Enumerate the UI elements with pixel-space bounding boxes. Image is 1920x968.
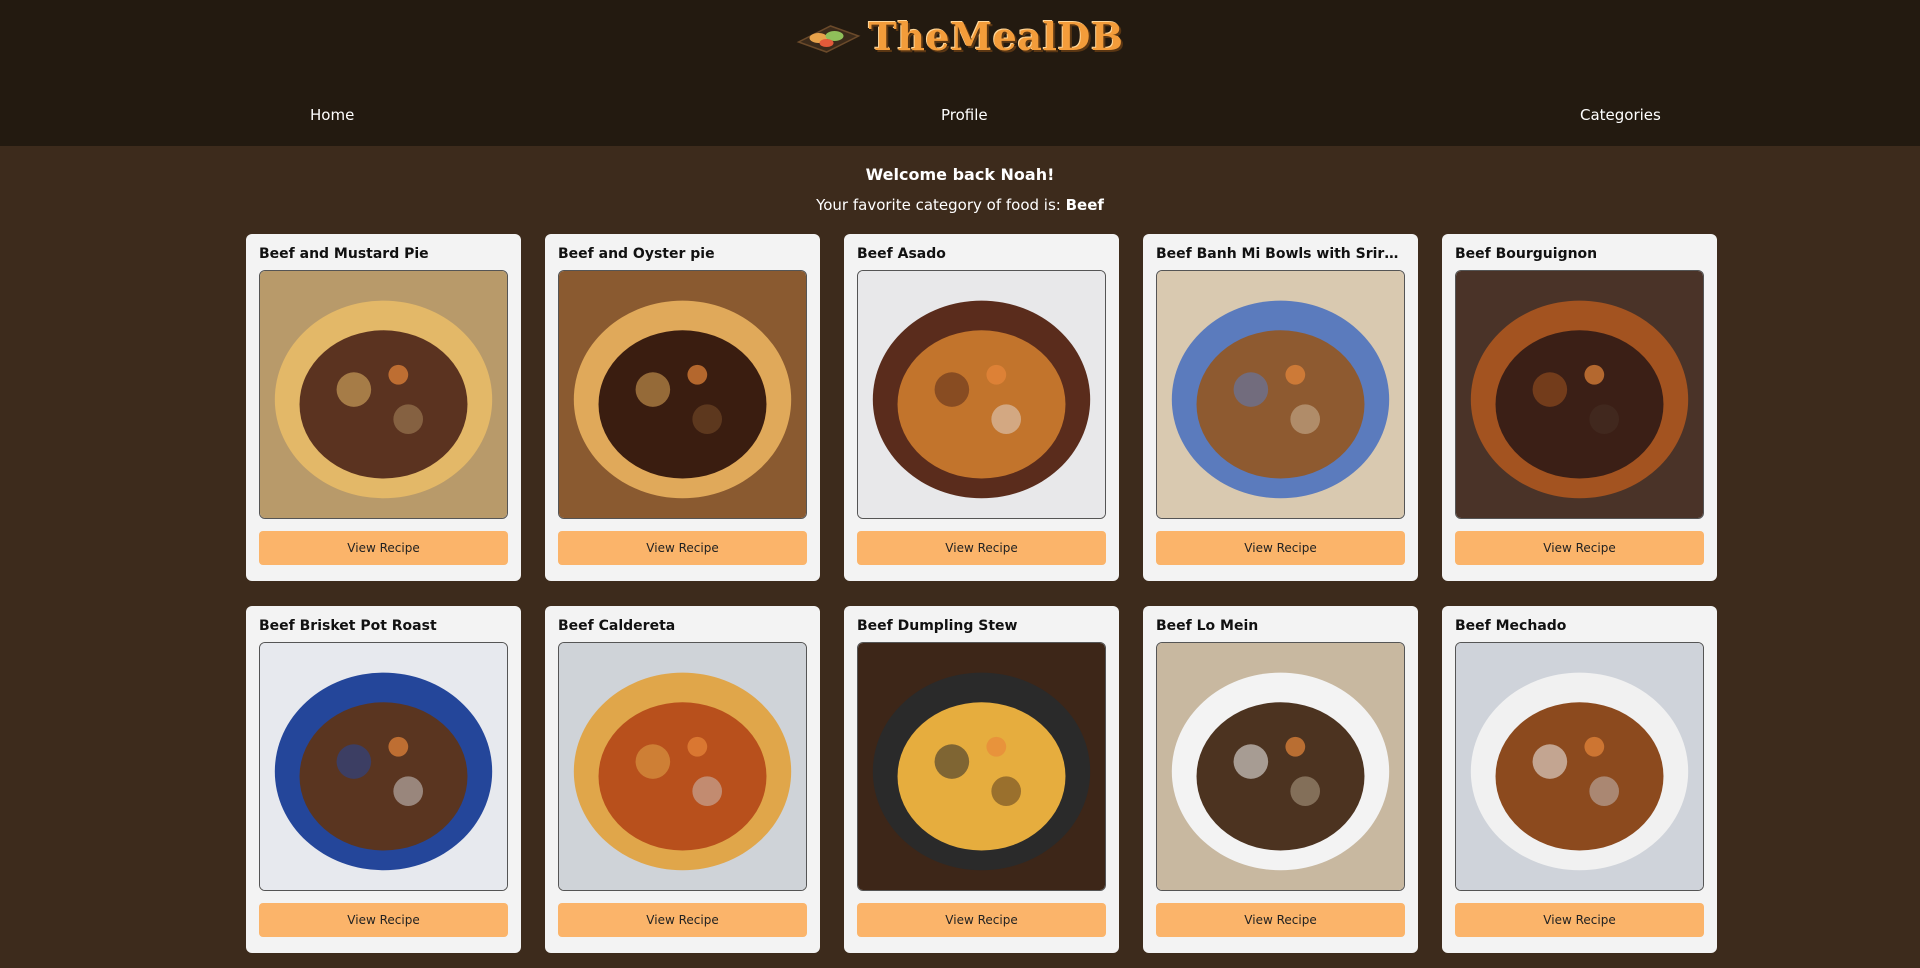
header: TheMealDB Home Profile Categories xyxy=(0,0,1920,146)
meal-title: Beef Banh Mi Bowls with Sriracha Mayo xyxy=(1156,246,1405,262)
view-recipe-button[interactable]: View Recipe xyxy=(857,903,1106,937)
meal-image xyxy=(1156,642,1405,891)
view-recipe-button[interactable]: View Recipe xyxy=(857,531,1106,565)
view-recipe-button[interactable]: View Recipe xyxy=(1156,903,1405,937)
nav-categories-link[interactable]: Categories xyxy=(1580,106,1661,124)
meal-card: Beef Dumpling Stew View Recipe xyxy=(844,606,1119,953)
favorite-category-value: Beef xyxy=(1065,196,1104,214)
meal-title: Beef Lo Mein xyxy=(1156,618,1259,634)
meal-title: Beef Mechado xyxy=(1455,618,1567,634)
meal-title: Beef Dumpling Stew xyxy=(857,618,1018,634)
meal-card: Beef Banh Mi Bowls with Sriracha Mayo Vi… xyxy=(1143,234,1418,581)
meal-image xyxy=(259,270,508,519)
meal-title: Beef and Oyster pie xyxy=(558,246,715,262)
view-recipe-button[interactable]: View Recipe xyxy=(259,903,508,937)
meal-title: Beef Asado xyxy=(857,246,946,262)
meal-card: Beef and Oyster pie View Recipe xyxy=(545,234,820,581)
view-recipe-button[interactable]: View Recipe xyxy=(259,531,508,565)
meal-image xyxy=(1156,270,1405,519)
view-recipe-button[interactable]: View Recipe xyxy=(1156,531,1405,565)
meal-image xyxy=(857,642,1106,891)
brand-name: TheMealDB xyxy=(868,14,1124,59)
view-recipe-button[interactable]: View Recipe xyxy=(1455,531,1704,565)
meal-image xyxy=(1455,642,1704,891)
meal-image xyxy=(857,270,1106,519)
favorite-category-prefix: Your favorite category of food is: xyxy=(816,196,1061,214)
welcome-heading: Welcome back Noah! xyxy=(865,165,1055,184)
meal-card: Beef Bourguignon View Recipe xyxy=(1442,234,1717,581)
meal-card: Beef Asado View Recipe xyxy=(844,234,1119,581)
meal-image xyxy=(259,642,508,891)
view-recipe-button[interactable]: View Recipe xyxy=(558,531,807,565)
meal-grid: Beef and Mustard Pie View Recipe Beef an… xyxy=(246,234,1717,953)
meal-image xyxy=(558,270,807,519)
meal-image xyxy=(558,642,807,891)
view-recipe-button[interactable]: View Recipe xyxy=(1455,903,1704,937)
view-recipe-button[interactable]: View Recipe xyxy=(558,903,807,937)
nav-profile-link[interactable]: Profile xyxy=(941,106,988,124)
brand-logo[interactable]: TheMealDB xyxy=(796,14,1124,59)
nav-home-link[interactable]: Home xyxy=(310,106,354,124)
meal-title: Beef and Mustard Pie xyxy=(259,246,429,262)
meal-card: Beef Brisket Pot Roast View Recipe xyxy=(246,606,521,953)
meal-image xyxy=(1455,270,1704,519)
meal-title: Beef Bourguignon xyxy=(1455,246,1598,262)
favorite-category-line: Your favorite category of food is: Beef xyxy=(0,196,1920,214)
meal-card: Beef Lo Mein View Recipe xyxy=(1143,606,1418,953)
meal-title: Beef Caldereta xyxy=(558,618,676,634)
meal-card: Beef and Mustard Pie View Recipe xyxy=(246,234,521,581)
meal-card: Beef Mechado View Recipe xyxy=(1442,606,1717,953)
main-nav: Home Profile Categories xyxy=(0,106,1920,128)
food-tray-icon xyxy=(796,24,861,53)
meal-title: Beef Brisket Pot Roast xyxy=(259,618,437,634)
meal-card: Beef Caldereta View Recipe xyxy=(545,606,820,953)
